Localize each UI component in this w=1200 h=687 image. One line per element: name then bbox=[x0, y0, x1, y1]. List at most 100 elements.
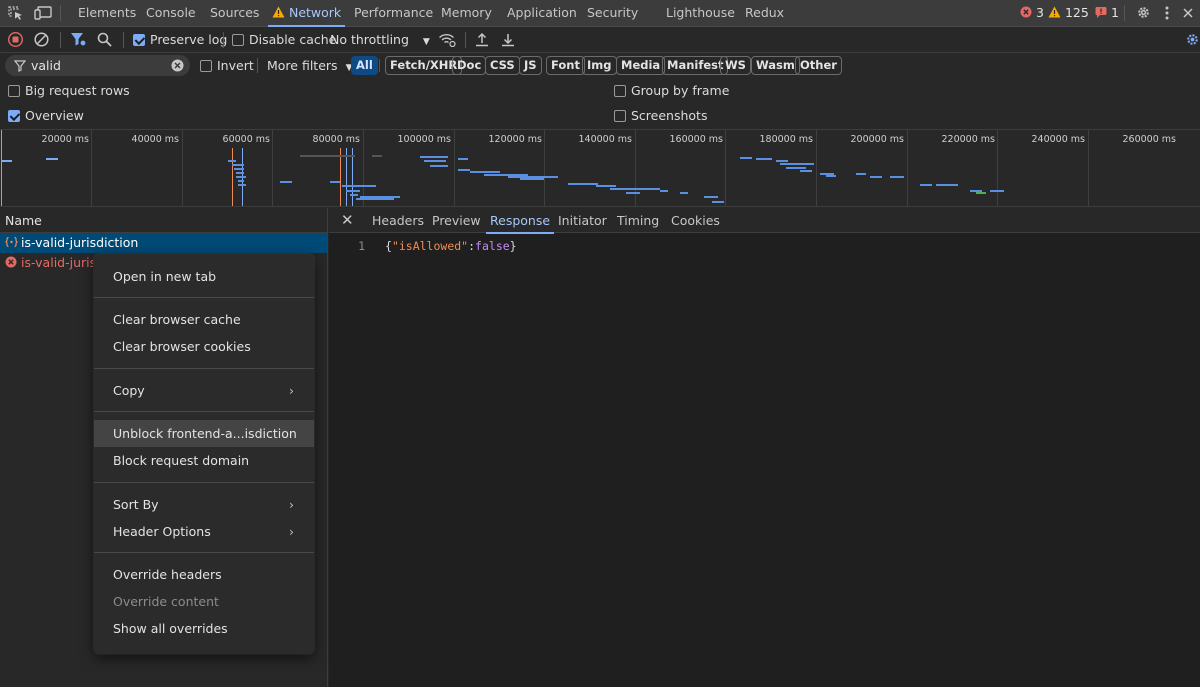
menu-override-headers[interactable]: Override headers bbox=[94, 561, 314, 588]
tab-memory[interactable]: Memory bbox=[441, 0, 492, 26]
warning-icon bbox=[272, 6, 285, 18]
filter-chip-media[interactable]: Media bbox=[616, 56, 666, 75]
request-row[interactable]: is-valid-jurisdiction bbox=[0, 233, 327, 253]
filter-chip-js[interactable]: JS bbox=[519, 56, 542, 75]
menu-unblock-request-url[interactable]: Unblock frontend-a...isdiction bbox=[94, 420, 314, 447]
filter-chip-manifest[interactable]: Manifest bbox=[662, 56, 729, 75]
tab-initiator[interactable]: Initiator bbox=[558, 208, 607, 233]
warning-count[interactable]: 125 bbox=[1048, 0, 1089, 26]
tab-console[interactable]: Console bbox=[146, 0, 196, 26]
tab-lighthouse[interactable]: Lighthouse bbox=[666, 0, 735, 26]
filter-chip-fetch-xhr[interactable]: Fetch/XHR bbox=[385, 56, 463, 75]
device-toolbar-icon[interactable] bbox=[34, 6, 52, 20]
menu-show-all-overrides[interactable]: Show all overrides bbox=[94, 615, 314, 642]
screenshots-checkbox[interactable]: Screenshots bbox=[614, 105, 707, 127]
checkbox-unchecked bbox=[232, 34, 244, 46]
big-request-rows-checkbox[interactable]: Big request rows bbox=[8, 80, 130, 102]
invert-checkbox[interactable]: Invert bbox=[200, 53, 254, 78]
tab-network-label: Network bbox=[288, 5, 342, 20]
menu-sort-by[interactable]: Sort By › bbox=[94, 491, 314, 518]
checkbox-unchecked bbox=[8, 85, 20, 97]
gear-icon[interactable] bbox=[1136, 5, 1152, 19]
clear-icon[interactable] bbox=[34, 32, 50, 47]
network-settings-gear-icon[interactable] bbox=[1185, 32, 1200, 46]
menu-copy-label: Copy bbox=[113, 383, 145, 398]
divider bbox=[1124, 5, 1125, 21]
network-conditions-icon[interactable] bbox=[438, 32, 456, 48]
overview-checkbox[interactable]: Overview bbox=[8, 105, 84, 127]
issue-flag-icon bbox=[1095, 7, 1107, 18]
more-filters-dropdown[interactable]: More filters ▼ bbox=[267, 53, 352, 78]
disable-cache-checkbox[interactable]: Disable cache bbox=[232, 27, 336, 52]
menu-sort-by-label: Sort By bbox=[113, 497, 159, 512]
tab-timing[interactable]: Timing bbox=[617, 208, 659, 233]
filter-icon[interactable] bbox=[70, 32, 86, 46]
menu-clear-browser-cookies[interactable]: Clear browser cookies bbox=[94, 333, 314, 360]
more-filters-label: More filters bbox=[267, 58, 338, 73]
tab-redux[interactable]: Redux bbox=[745, 0, 784, 26]
tab-preview[interactable]: Preview bbox=[432, 208, 481, 233]
menu-clear-browser-cache[interactable]: Clear browser cache bbox=[94, 306, 314, 333]
filter-chip-ws[interactable]: WS bbox=[720, 56, 751, 75]
issues-count[interactable]: 1 bbox=[1095, 0, 1119, 26]
menu-separator bbox=[94, 368, 314, 369]
group-by-frame-checkbox[interactable]: Group by frame bbox=[614, 80, 729, 102]
request-bar bbox=[870, 176, 882, 178]
request-bar bbox=[458, 169, 470, 171]
filter-chip-font[interactable]: Font bbox=[546, 56, 585, 75]
tab-headers[interactable]: Headers bbox=[372, 208, 424, 233]
preserve-log-checkbox[interactable]: Preserve log bbox=[133, 27, 227, 52]
tab-network[interactable]: Network bbox=[267, 0, 346, 27]
request-bar bbox=[356, 198, 394, 200]
devtools-window: Elements Console Sources Network Perform… bbox=[0, 0, 1200, 687]
filter-input[interactable]: valid bbox=[5, 55, 190, 76]
close-icon[interactable] bbox=[1182, 6, 1198, 20]
filter-chip-wasm[interactable]: Wasm bbox=[751, 56, 800, 75]
network-overview-timeline[interactable]: 20000 ms 40000 ms 60000 ms 80000 ms 1000… bbox=[0, 129, 1200, 207]
import-har-icon[interactable] bbox=[475, 32, 491, 47]
throttling-select[interactable]: No throttling ▼ bbox=[330, 27, 430, 52]
name-column-header[interactable]: Name bbox=[0, 208, 327, 233]
filter-chip-doc[interactable]: Doc bbox=[452, 56, 487, 75]
search-icon[interactable] bbox=[97, 32, 113, 47]
tab-performance[interactable]: Performance bbox=[354, 0, 433, 26]
menu-open-in-new-tab[interactable]: Open in new tab bbox=[94, 263, 314, 290]
tab-security[interactable]: Security bbox=[587, 0, 638, 26]
more-options-icon[interactable] bbox=[1164, 6, 1172, 20]
error-count[interactable]: 3 bbox=[1020, 0, 1044, 26]
xhr-request-icon bbox=[5, 234, 18, 248]
request-bar bbox=[820, 173, 834, 175]
menu-copy[interactable]: Copy › bbox=[94, 377, 314, 404]
tab-cookies[interactable]: Cookies bbox=[671, 208, 720, 233]
request-bar bbox=[430, 165, 448, 167]
detail-tab-bar: ✕ Headers Preview Response Initiator Tim… bbox=[329, 208, 1200, 234]
request-bar bbox=[520, 178, 544, 180]
menu-header-options[interactable]: Header Options › bbox=[94, 518, 314, 545]
filter-chip-css[interactable]: CSS bbox=[485, 56, 520, 75]
filter-chip-all[interactable]: All bbox=[351, 56, 378, 75]
filter-chip-img[interactable]: Img bbox=[582, 56, 617, 75]
request-bar bbox=[340, 155, 355, 157]
divider bbox=[257, 58, 258, 73]
tab-elements[interactable]: Elements bbox=[78, 0, 136, 26]
export-har-icon[interactable] bbox=[501, 32, 517, 47]
json-brace: { bbox=[385, 239, 392, 253]
close-detail-icon[interactable]: ✕ bbox=[341, 208, 354, 233]
tab-application[interactable]: Application bbox=[507, 0, 577, 26]
clear-filter-icon[interactable] bbox=[171, 59, 184, 72]
filter-chip-other[interactable]: Other bbox=[795, 56, 842, 75]
request-bar bbox=[280, 181, 292, 183]
stop-recording-icon[interactable] bbox=[7, 31, 24, 48]
line-number: 1 bbox=[358, 239, 365, 253]
request-bar bbox=[660, 190, 668, 192]
screenshots-label: Screenshots bbox=[631, 108, 708, 123]
select-element-icon[interactable] bbox=[8, 6, 24, 20]
throttling-value: No throttling bbox=[330, 32, 409, 47]
tab-response[interactable]: Response bbox=[485, 208, 555, 234]
menu-block-request-domain[interactable]: Block request domain bbox=[94, 447, 314, 474]
error-count-label: 3 bbox=[1035, 5, 1044, 20]
menu-override-content: Override content bbox=[113, 594, 219, 609]
request-bar bbox=[776, 160, 788, 162]
tab-sources[interactable]: Sources bbox=[210, 0, 259, 26]
divider bbox=[60, 32, 61, 48]
